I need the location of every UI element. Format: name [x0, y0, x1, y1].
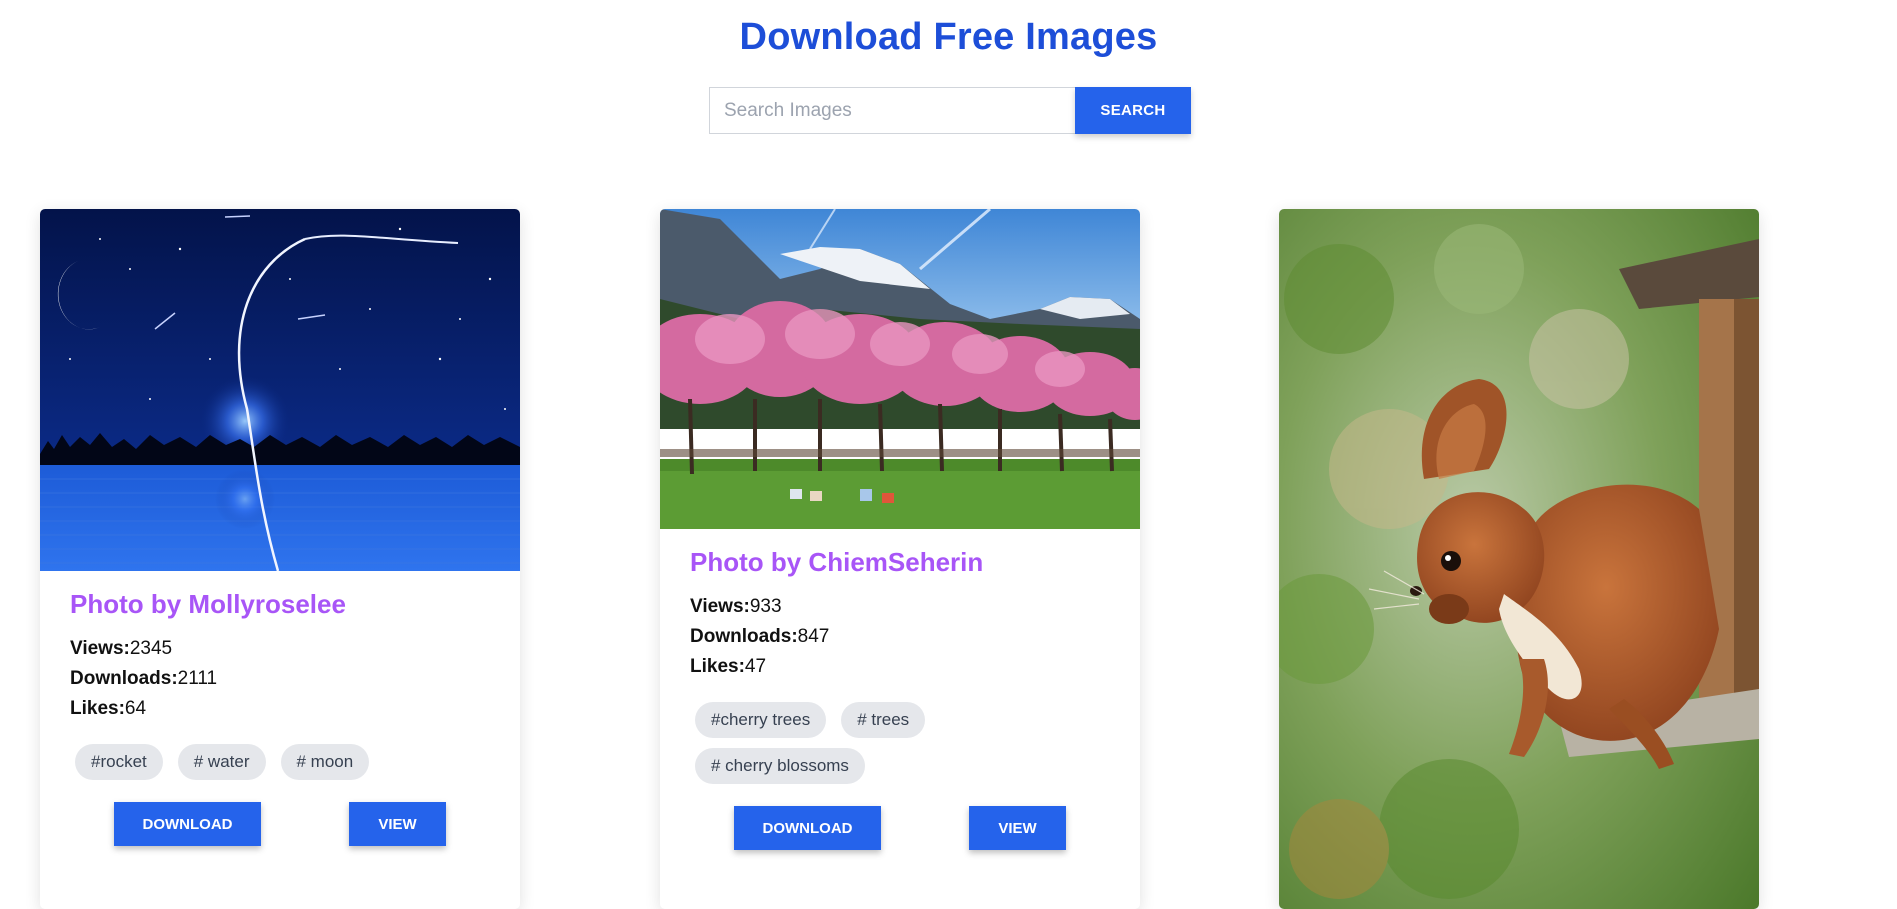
- views-value: 933: [749, 596, 782, 617]
- tag-list: #cherry trees # trees # cherry blossoms: [690, 702, 1110, 784]
- likes-value: 47: [744, 656, 767, 677]
- page-title: Download Free Images: [739, 16, 1158, 58]
- cherry-blossoms-image: [660, 209, 1140, 529]
- downloads-value: 2111: [177, 668, 218, 689]
- views-value: 2345: [129, 638, 173, 659]
- likes-label: Likes:: [70, 698, 125, 719]
- likes-label: Likes:: [690, 656, 745, 677]
- tag[interactable]: # water: [177, 744, 266, 780]
- search-input[interactable]: [709, 87, 1075, 134]
- views-label: Views:: [70, 638, 130, 659]
- views-label: Views:: [690, 596, 750, 617]
- view-button[interactable]: VIEW: [969, 806, 1066, 850]
- view-button[interactable]: VIEW: [349, 802, 446, 846]
- downloads-stat: Downloads:2111: [70, 664, 490, 694]
- search-form: SEARCH: [709, 87, 1191, 134]
- download-button[interactable]: DOWNLOAD: [734, 806, 881, 850]
- search-button[interactable]: SEARCH: [1075, 87, 1191, 134]
- night-lake-image: [40, 209, 520, 571]
- downloads-value: 847: [797, 626, 830, 647]
- downloads-stat: Downloads:847: [690, 622, 1110, 652]
- tag[interactable]: # cherry blossoms: [695, 748, 865, 784]
- card-image-cherry-blossoms[interactable]: [660, 209, 1140, 529]
- likes-value: 64: [124, 698, 147, 719]
- card-image-squirrel[interactable]: [1279, 209, 1759, 909]
- card-title: Photo by Mollyroselee: [70, 589, 346, 619]
- views-stat: Views:933: [690, 592, 1110, 622]
- image-card: [1279, 209, 1759, 909]
- tag[interactable]: # trees: [841, 702, 926, 738]
- likes-stat: Likes:64: [70, 694, 490, 724]
- downloads-label: Downloads:: [70, 668, 178, 689]
- download-button[interactable]: DOWNLOAD: [114, 802, 261, 846]
- image-card: Photo by ChiemSeherin Views:933 Download…: [660, 209, 1140, 909]
- image-card: Photo by Mollyroselee Views:2345 Downloa…: [40, 209, 520, 909]
- tag[interactable]: # moon: [280, 744, 370, 780]
- squirrel-image: [1279, 209, 1759, 909]
- card-body: Photo by Mollyroselee Views:2345 Downloa…: [40, 571, 520, 848]
- likes-stat: Likes:47: [690, 652, 1110, 682]
- card-body: Photo by ChiemSeherin Views:933 Download…: [660, 529, 1140, 852]
- views-stat: Views:2345: [70, 634, 490, 664]
- tag[interactable]: #cherry trees: [695, 702, 827, 738]
- card-image-night-lake[interactable]: [40, 209, 520, 571]
- tag[interactable]: #rocket: [75, 744, 163, 780]
- tag-list: #rocket # water # moon: [70, 744, 490, 780]
- card-actions: DOWNLOAD VIEW: [70, 802, 490, 848]
- card-title: Photo by ChiemSeherin: [690, 547, 984, 577]
- downloads-label: Downloads:: [690, 626, 798, 647]
- card-actions: DOWNLOAD VIEW: [690, 806, 1110, 852]
